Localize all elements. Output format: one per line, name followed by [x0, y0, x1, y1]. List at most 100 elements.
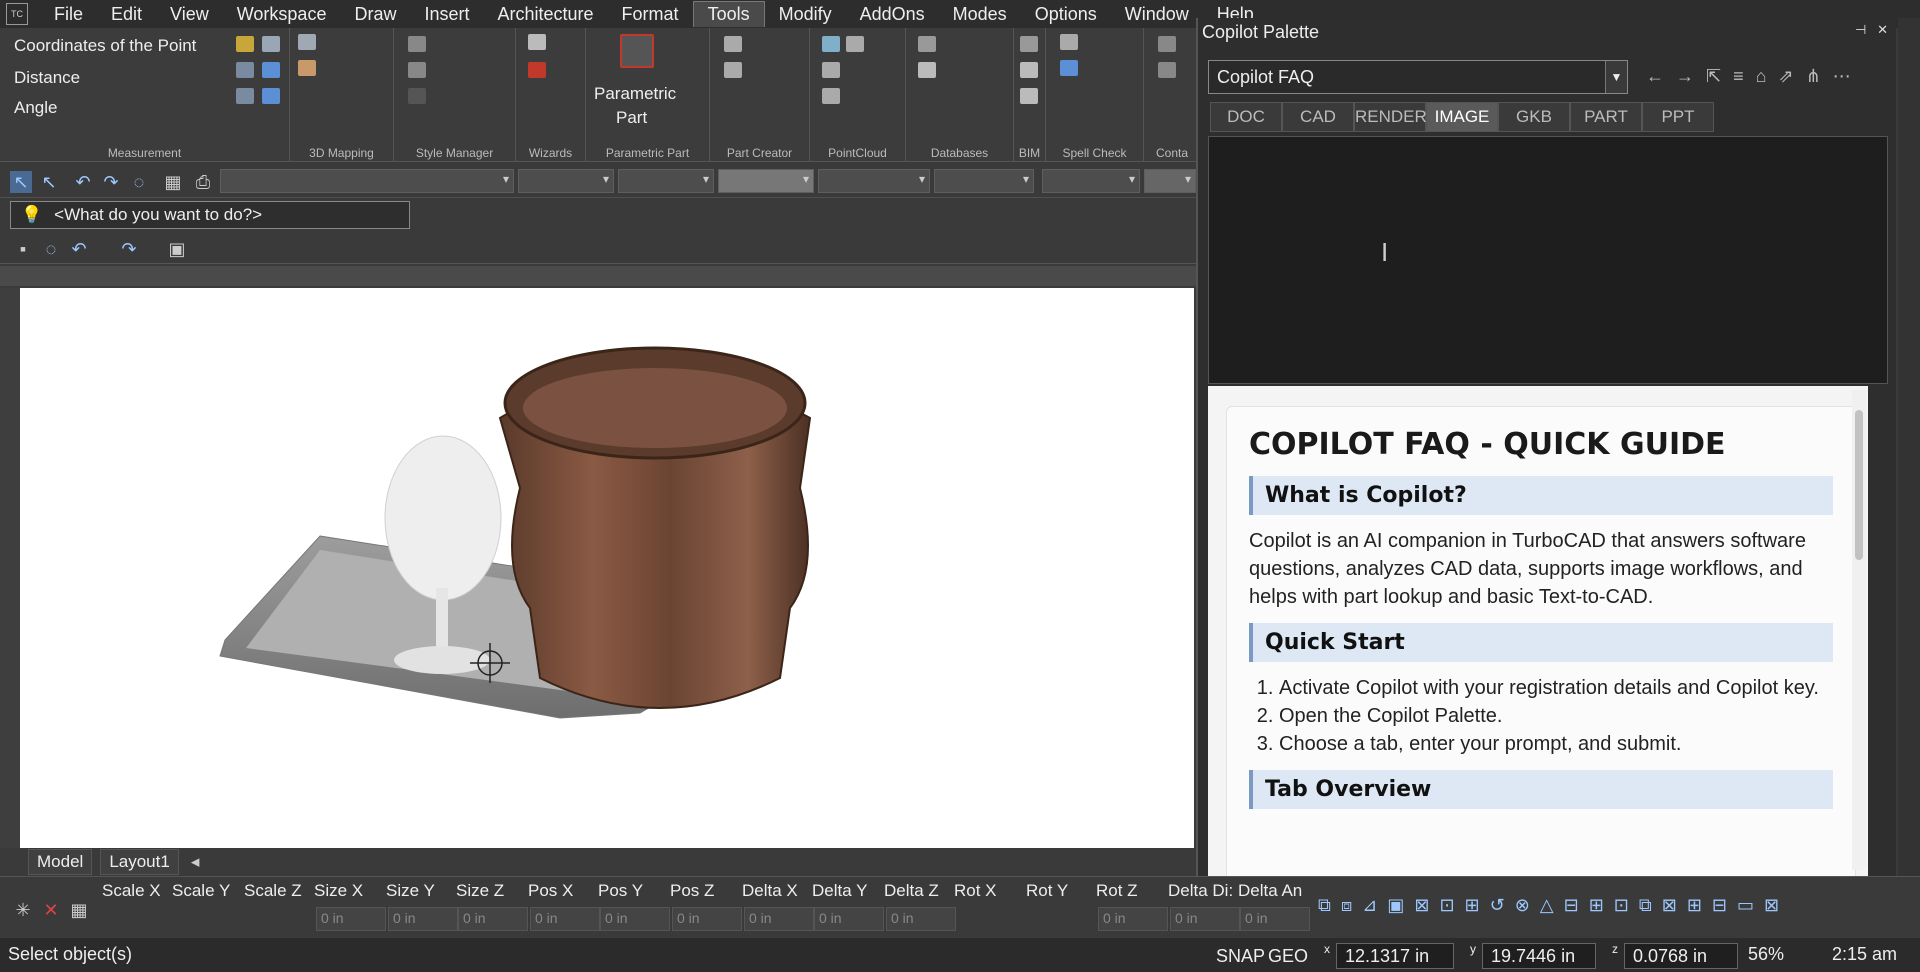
snap-tools-icon[interactable]: ✳ — [12, 899, 34, 921]
menu-draw[interactable]: Draw — [340, 2, 410, 27]
menu-modify[interactable]: Modify — [765, 2, 846, 27]
conta-icon[interactable] — [1158, 36, 1176, 52]
pointcloud2-icon[interactable] — [822, 62, 840, 78]
tree-icon[interactable]: ⋔ — [1806, 66, 1833, 86]
delta-z-field[interactable]: 0 in — [886, 907, 956, 931]
redo-quick-icon[interactable]: ↷ — [118, 238, 140, 260]
answer-scrollbar[interactable] — [1852, 390, 1866, 870]
tab-doc[interactable]: DOC — [1210, 102, 1282, 132]
menu-architecture[interactable]: Architecture — [484, 2, 608, 27]
pointcloud3-icon[interactable] — [822, 88, 840, 104]
wizard-icon[interactable] — [528, 34, 546, 50]
geo-toggle[interactable]: GEO — [1268, 946, 1308, 967]
snap-mode-icons[interactable]: ⧉⧈⊿▣⊠⊡⊞↺⊗△⊟⊞⊡⧉⊠⊞⊟▭⊠ — [1318, 895, 1878, 925]
size-z-field[interactable]: 0 in — [458, 907, 528, 931]
pen-combo[interactable] — [618, 169, 714, 193]
delta-x-field[interactable]: 0 in — [744, 907, 814, 931]
property-p2-icon[interactable] — [262, 88, 280, 104]
calculator-icon[interactable]: ▦ — [68, 899, 90, 921]
rot-z-field[interactable]: 0 in — [1098, 907, 1168, 931]
measure-area-icon[interactable] — [236, 36, 254, 52]
tab-gkb[interactable]: GKB — [1498, 102, 1570, 132]
parametric-part-icon[interactable] — [620, 34, 654, 68]
share-icon[interactable]: ⇗ — [1778, 66, 1805, 86]
home-icon[interactable]: ⌂ — [1756, 66, 1779, 86]
main-scrollbar[interactable] — [1898, 18, 1920, 876]
distance-button[interactable]: Distance — [14, 68, 80, 88]
bim-icon[interactable] — [1020, 36, 1038, 52]
fill-combo[interactable] — [1042, 169, 1140, 193]
menu-format[interactable]: Format — [608, 2, 693, 27]
filter-icon[interactable]: ≡ — [1733, 66, 1756, 86]
measure-perimeter-icon[interactable] — [236, 62, 254, 78]
delta-dist-field[interactable]: 0 in — [1170, 907, 1240, 931]
abc-check-icon[interactable] — [1060, 60, 1078, 76]
table-icon[interactable]: ▦ — [162, 171, 184, 193]
conta2-icon[interactable] — [1158, 62, 1176, 78]
menu-view[interactable]: View — [156, 2, 223, 27]
drawing-canvas[interactable] — [20, 288, 1194, 848]
lasso-quick-icon[interactable]: ◌ — [40, 238, 62, 260]
palette-selector[interactable]: Copilot FAQ ▼ — [1208, 60, 1628, 94]
undo-icon[interactable]: ↶ — [72, 171, 94, 193]
tab-model[interactable]: Model — [28, 849, 93, 875]
save-icon[interactable]: ▪ — [12, 238, 34, 260]
tab-cad[interactable]: CAD — [1282, 102, 1354, 132]
menu-insert[interactable]: Insert — [410, 2, 483, 27]
bim3-icon[interactable] — [1020, 88, 1038, 104]
menu-edit[interactable]: Edit — [97, 2, 156, 27]
snap-toggle[interactable]: SNAP — [1216, 946, 1265, 967]
bim2-icon[interactable] — [1020, 62, 1038, 78]
forward-arrow-icon[interactable]: → — [1676, 66, 1706, 86]
mapping-box-icon[interactable] — [298, 60, 316, 76]
delta-y-field[interactable]: 0 in — [814, 907, 884, 931]
export-icon[interactable]: ⇱ — [1706, 66, 1733, 86]
database2-icon[interactable] — [918, 62, 936, 78]
pos-x-field[interactable]: 0 in — [530, 907, 600, 931]
tab-part[interactable]: PART — [1570, 102, 1642, 132]
style-list-icon[interactable] — [408, 62, 426, 78]
tab-layout1[interactable]: Layout1 — [100, 849, 179, 875]
menu-addons[interactable]: AddOns — [846, 2, 939, 27]
cloud-icon[interactable] — [846, 36, 864, 52]
menu-modes[interactable]: Modes — [939, 2, 1021, 27]
coordinates-button[interactable]: Coordinates of the Point — [14, 36, 196, 56]
palette-controls[interactable]: ⊣ ✕ — [1855, 22, 1888, 38]
menu-tools[interactable]: Tools — [692, 1, 765, 27]
spellcheck-icon[interactable] — [1060, 34, 1078, 50]
mapping-cube-icon[interactable] — [298, 34, 316, 50]
menu-window[interactable]: Window — [1111, 2, 1203, 27]
wizard2-icon[interactable] — [528, 62, 546, 78]
menu-file[interactable]: File — [40, 2, 97, 27]
prompt-input[interactable]: I — [1208, 136, 1888, 384]
pointcloud-icon[interactable] — [822, 36, 840, 52]
menu-workspace[interactable]: Workspace — [223, 2, 341, 27]
coord-y-field[interactable]: 19.7446 in — [1482, 943, 1596, 969]
scroll-thumb[interactable] — [1855, 410, 1863, 560]
width-combo[interactable] — [818, 169, 930, 193]
coord-x-field[interactable]: 12.1317 in — [1336, 943, 1454, 969]
style-icon[interactable] — [408, 36, 426, 52]
pos-y-field[interactable]: 0 in — [600, 907, 670, 931]
scroll-left-icon[interactable]: ◂ — [191, 852, 200, 872]
menu-options[interactable]: Options — [1021, 2, 1111, 27]
app-icon[interactable]: TC — [6, 3, 28, 25]
what-do-you-want-input[interactable]: 💡 <What do you want to do?> — [10, 201, 410, 229]
chevron-down-icon[interactable]: ▼ — [1605, 61, 1627, 93]
redo-icon[interactable]: ↷ — [100, 171, 122, 193]
back-arrow-icon[interactable]: ← — [1646, 66, 1676, 86]
measure-tool-icon[interactable] — [236, 88, 254, 104]
more-icon[interactable]: ⋯ — [1833, 66, 1863, 86]
coord-z-field[interactable]: 0.0768 in — [1624, 943, 1738, 969]
size-y-field[interactable]: 0 in — [388, 907, 458, 931]
database-icon[interactable] — [918, 36, 936, 52]
extra-combo[interactable] — [1144, 169, 1196, 193]
tab-ppt[interactable]: PPT — [1642, 102, 1714, 132]
delta-angle-field[interactable]: 0 in — [1240, 907, 1310, 931]
color-combo[interactable] — [518, 169, 614, 193]
layer-combo[interactable] — [220, 169, 514, 193]
print-icon[interactable]: ⎙ — [192, 171, 214, 193]
parametric-part-button[interactable]: Parametric — [594, 84, 676, 104]
properties-quick-icon[interactable]: ▣ — [166, 238, 188, 260]
select-edit-icon[interactable]: ↖ — [38, 171, 60, 193]
